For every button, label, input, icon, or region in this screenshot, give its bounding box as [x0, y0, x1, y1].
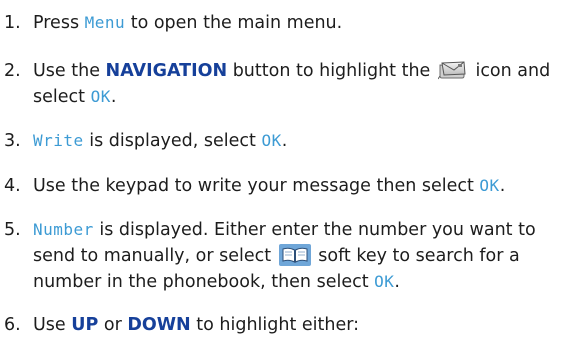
- message-envelope-icon: [437, 60, 468, 80]
- step-3: 3. Write is displayed, select OK.: [0, 128, 574, 154]
- step-text: .: [110, 87, 117, 107]
- step-text: .: [394, 272, 400, 292]
- step-text: button to highlight the: [227, 61, 436, 81]
- display-text-menu: Menu: [84, 13, 126, 32]
- step-2: 2. Use the NAVIGATION button to highligh…: [0, 58, 574, 110]
- step-number: 6.: [4, 315, 21, 335]
- display-text-number: Number: [33, 220, 94, 239]
- step-text: or: [98, 315, 128, 335]
- display-text-ok: OK: [479, 176, 500, 195]
- step-1: 1. Press Menu to open the main menu.: [0, 10, 574, 36]
- step-text: is displayed, select: [83, 131, 262, 151]
- step-6: 6. Use UP or DOWN to highlight either:: [0, 312, 574, 338]
- step-text: .: [281, 131, 288, 151]
- display-text-ok: OK: [374, 272, 395, 291]
- step-number: 2.: [4, 61, 21, 81]
- step-text: Use: [33, 315, 72, 335]
- key-down: DOWN: [127, 315, 191, 335]
- display-text-ok: OK: [90, 87, 111, 106]
- step-number: 4.: [4, 176, 21, 196]
- key-up: UP: [71, 315, 99, 335]
- step-number: 5.: [4, 220, 21, 240]
- step-text: Use the: [33, 61, 106, 81]
- display-text-ok: OK: [261, 131, 282, 150]
- step-text: .: [499, 176, 506, 196]
- step-text: to open the main menu.: [125, 13, 343, 33]
- step-number: 1.: [4, 13, 21, 33]
- step-text: Use the keypad to write your message the…: [33, 176, 480, 196]
- step-text: Press: [33, 13, 85, 33]
- step-4: 4. Use the keypad to write your message …: [0, 173, 574, 199]
- key-navigation: NAVIGATION: [105, 61, 228, 81]
- step-number: 3.: [4, 131, 21, 151]
- phonebook-book-icon: [278, 244, 311, 266]
- display-text-write: Write: [33, 131, 84, 150]
- step-text: to highlight either:: [190, 315, 360, 335]
- step-5: 5. Number is displayed. Either enter the…: [0, 217, 574, 295]
